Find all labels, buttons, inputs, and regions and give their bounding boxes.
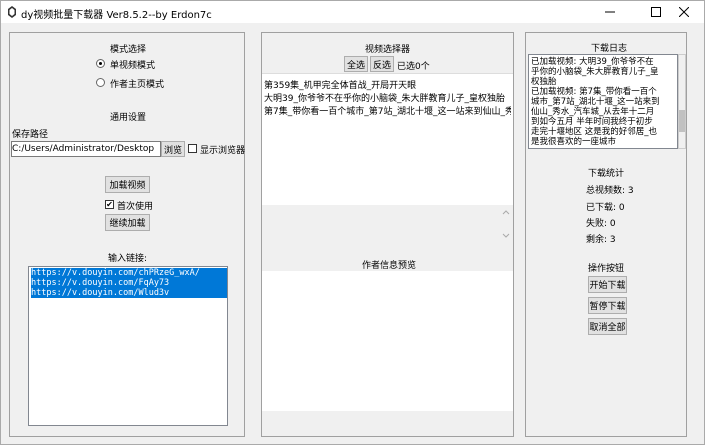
selected-count: 已选0个: [397, 62, 430, 72]
first-use-checkbox[interactable]: ✔: [105, 200, 114, 209]
general-settings-title: 通用设置: [110, 113, 147, 123]
log-scrollbar[interactable]: [678, 54, 686, 149]
link-line: https://v.douyin.com/FqAy73: [31, 278, 227, 288]
minimize-button[interactable]: [590, 1, 630, 23]
ops-title: 操作按钮: [588, 264, 625, 274]
close-button[interactable]: [664, 1, 704, 23]
browse-button[interactable]: 浏览: [161, 141, 185, 157]
download-log[interactable]: 已加载视频: 大明39_你爷爷不在 乎你的小脑袋_朱大胖教育儿子_皇 权独胎 已…: [528, 54, 678, 149]
author-preview-box: [262, 271, 513, 411]
video-item[interactable]: 大明39_你爷爷不在乎你的小脑袋_朱大胖教育儿子_皇权独胎: [264, 91, 505, 104]
failed-stat: 失败: 0: [586, 219, 616, 229]
right-panel: 下载日志 已加载视频: 大明39_你爷爷不在 乎你的小脑袋_朱大胖教育儿子_皇 …: [525, 32, 687, 437]
minimize-icon: [605, 11, 615, 13]
remaining-stat: 剩余: 3: [586, 235, 616, 245]
close-icon: [679, 7, 689, 17]
video-list-scroll-area: [262, 205, 513, 257]
radio-single-mode[interactable]: [96, 59, 105, 68]
show-browser-label[interactable]: 显示浏览器: [200, 143, 245, 156]
log-scrollbar-thumb[interactable]: [679, 110, 685, 132]
title-bar[interactable]: dy视频批量下载器 Ver8.5.2--by Erdon7c: [1, 1, 704, 23]
save-path-label: 保存路径: [12, 130, 49, 140]
video-selector-title: 视频选择器: [365, 45, 411, 55]
mode-title: 模式选择: [110, 45, 147, 55]
author-mode-label[interactable]: 作者主页模式: [110, 77, 164, 90]
invert-selection-button[interactable]: 反选: [370, 56, 394, 72]
show-browser-checkbox[interactable]: [188, 144, 197, 153]
start-download-button[interactable]: 开始下载: [588, 276, 627, 293]
scroll-up-icon[interactable]: [502, 209, 510, 215]
middle-panel: 视频选择器 全选 反选 已选0个 第359集_机甲完全体首战_开局开天眼 大明3…: [261, 32, 514, 437]
video-item[interactable]: 第7集_带你看一百个城市_第7站_湖北十堰_这一站来到仙山_秀水_汽: [264, 104, 511, 117]
log-line: 是我很喜欢的一座城市: [531, 137, 617, 147]
app-window: dy视频批量下载器 Ver8.5.2--by Erdon7c 模式选择 单视频模…: [0, 0, 705, 445]
link-line: https://v.douyin.com/Wlud3v: [31, 288, 227, 298]
scroll-down-icon[interactable]: [502, 233, 510, 239]
link-line: https://v.douyin.com/chPRzeG_wxA/: [31, 268, 227, 278]
pause-download-button[interactable]: 暂停下载: [588, 297, 627, 314]
window-title: dy视频批量下载器 Ver8.5.2--by Erdon7c: [21, 10, 212, 21]
video-list[interactable]: 第359集_机甲完全体首战_开局开天眼 大明39_你爷爷不在乎你的小脑袋_朱大胖…: [262, 73, 513, 205]
links-textarea[interactable]: https://v.douyin.com/chPRzeG_wxA/ https:…: [28, 266, 228, 426]
single-mode-label[interactable]: 单视频模式: [110, 58, 155, 71]
left-panel: 模式选择 单视频模式 作者主页模式 通用设置 保存路径 C:/Users/Adm…: [9, 32, 245, 437]
video-item[interactable]: 第359集_机甲完全体首战_开局开天眼: [264, 78, 416, 91]
first-use-label[interactable]: 首次使用: [117, 199, 153, 212]
select-all-button[interactable]: 全选: [344, 56, 368, 72]
author-preview-title: 作者信息预览: [362, 261, 417, 271]
app-icon: [8, 6, 16, 18]
save-path-input[interactable]: C:/Users/Administrator/Desktop: [11, 141, 161, 157]
cancel-all-button[interactable]: 取消全部: [588, 318, 627, 335]
total-videos-stat: 总视频数: 3: [586, 186, 634, 196]
maximize-icon: [651, 7, 661, 17]
downloaded-stat: 已下载: 0: [586, 203, 625, 213]
input-links-label: 输入链接:: [108, 254, 148, 264]
continue-load-button[interactable]: 继续加载: [105, 214, 150, 231]
load-video-button[interactable]: 加载视频: [105, 176, 150, 193]
log-title: 下载日志: [591, 44, 628, 54]
stats-title: 下载统计: [588, 169, 625, 179]
radio-author-mode[interactable]: [96, 78, 105, 87]
